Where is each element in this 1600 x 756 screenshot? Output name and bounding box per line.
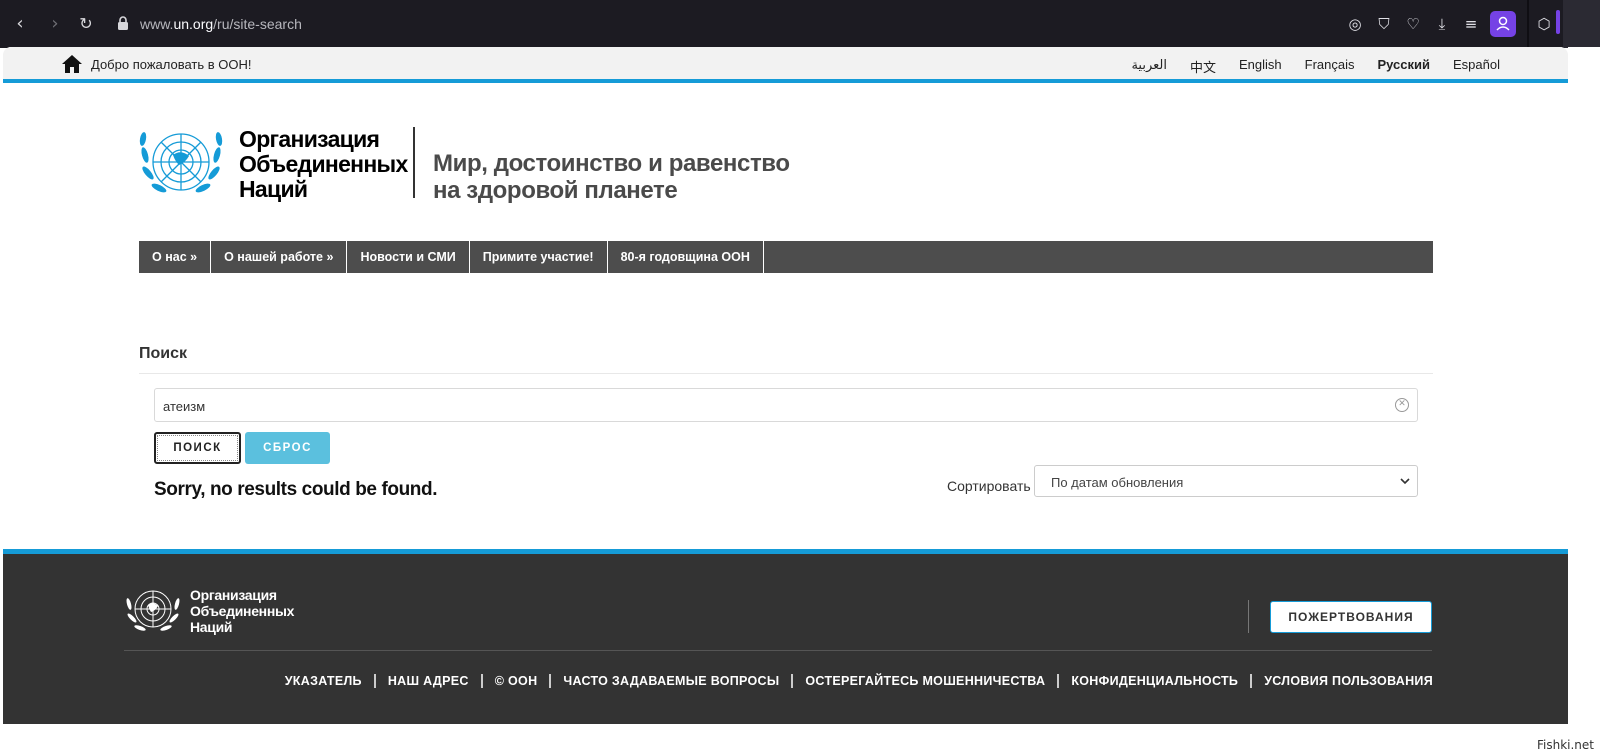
main-navigation: О нас » О нашей работе » Новости и СМИ П… (139, 241, 1433, 273)
welcome-text[interactable]: Добро пожаловать в ООН! (91, 57, 252, 72)
clear-icon[interactable]: ✕ (1395, 398, 1409, 412)
footer-rule (124, 650, 1432, 651)
footer-link-separator (1250, 674, 1253, 688)
toolbar-separator (1527, 0, 1529, 48)
footer-link-separator (549, 674, 552, 688)
footer-link-index[interactable]: УКАЗАТЕЛЬ (285, 674, 362, 688)
header-divider (413, 127, 415, 198)
search-input-value: атеизм (163, 399, 206, 414)
footer-link-separator (1057, 674, 1060, 688)
page-content: Добро пожаловать в ООН! العربية 中文 Engli… (3, 47, 1568, 756)
org-name-line: Наций (239, 176, 308, 202)
no-results-message: Sorry, no results could be found. (154, 479, 438, 500)
menu-icon[interactable]: ≡ (1459, 12, 1483, 36)
nav-our-work[interactable]: О нашей работе » (211, 241, 348, 273)
nav-get-involved[interactable]: Примите участие! (470, 241, 608, 273)
footer-link-faq[interactable]: ЧАСТО ЗАДАВАЕМЫЕ ВОПРОСЫ (563, 674, 779, 688)
lang-arabic[interactable]: العربية (1131, 57, 1167, 76)
sort-label: Сортировать (947, 478, 1031, 494)
tagline: Мир, достоинство и равенство на здоровой… (433, 150, 790, 204)
watermark: Fishki.net (1536, 738, 1594, 752)
footer-link-terms[interactable]: УСЛОВИЯ ПОЛЬЗОВАНИЯ (1264, 674, 1433, 688)
footer: Организация Объединенных Наций ПОЖЕРТВОВ… (3, 549, 1568, 724)
lang-french[interactable]: Français (1305, 57, 1355, 76)
tagline-line: на здоровой планете (433, 177, 678, 204)
language-list: العربية 中文 English Français Русский Espa… (1131, 57, 1500, 76)
screenshot-icon[interactable]: ◎ (1343, 12, 1367, 36)
search-input[interactable]: атеизм ✕ (154, 388, 1418, 422)
sidebar-indicator (1556, 10, 1560, 34)
lang-russian[interactable]: Русский (1377, 57, 1430, 76)
footer-links: УКАЗАТЕЛЬ НАШ АДРЕС © ООН ЧАСТО ЗАДАВАЕМ… (285, 674, 1433, 688)
reload-icon[interactable]: ↻ (74, 12, 98, 36)
extension-icon[interactable]: ⬡ (1532, 12, 1556, 36)
browser-toolbar: ‹ › ↻ www.un.org/ru/site-search ◎ ⛉ ♡ ⤓ … (0, 0, 1600, 48)
un-emblem-icon[interactable] (135, 125, 227, 203)
shield-icon[interactable]: ⛉ (1372, 12, 1396, 36)
back-icon[interactable]: ‹ (8, 12, 32, 36)
footer-link-separator (373, 674, 376, 688)
lock-icon[interactable] (116, 15, 130, 31)
footer-link-address[interactable]: НАШ АДРЕС (388, 674, 469, 688)
home-icon[interactable] (61, 54, 83, 74)
footer-org-name-line: Наций (190, 619, 233, 635)
nav-80th-anniversary[interactable]: 80-я годовщина ООН (608, 241, 764, 273)
address-bar[interactable]: www.un.org/ru/site-search (140, 16, 302, 32)
reset-button[interactable]: СБРОС (245, 432, 330, 464)
org-name-line: Организация (239, 126, 380, 152)
forward-icon[interactable]: › (43, 12, 67, 36)
footer-org-name[interactable]: Организация Объединенных Наций (190, 587, 294, 635)
language-bar: Добро пожаловать в ООН! العربية 中文 Engli… (3, 47, 1568, 83)
page-title: Поиск (139, 345, 188, 362)
lang-spanish[interactable]: Español (1453, 57, 1500, 76)
sort-select[interactable]: По датам обновления (1034, 465, 1418, 497)
download-icon[interactable]: ⤓ (1430, 12, 1454, 36)
chevron-down-icon (1400, 478, 1410, 485)
footer-org-name-line: Объединенных (190, 603, 295, 619)
sort-select-value: По датам обновления (1051, 475, 1184, 490)
profile-icon[interactable] (1490, 11, 1516, 37)
org-name[interactable]: Организация Объединенных Наций (239, 127, 408, 202)
search-button[interactable]: ПОИСК (154, 432, 241, 464)
footer-link-fraud[interactable]: ОСТЕРЕГАЙТЕСЬ МОШЕННИЧЕСТВА (805, 674, 1045, 688)
footer-divider (1248, 600, 1249, 633)
donate-button[interactable]: ПОЖЕРТВОВАНИЯ (1270, 601, 1432, 633)
nav-about[interactable]: О нас » (139, 241, 212, 273)
lang-chinese[interactable]: 中文 (1190, 57, 1216, 76)
heart-icon[interactable]: ♡ (1401, 12, 1425, 36)
org-name-line: Объединенных (239, 151, 408, 177)
footer-link-separator (480, 674, 483, 688)
browser-sidebar (1563, 0, 1600, 48)
footer-link-copyright[interactable]: © ООН (495, 674, 538, 688)
footer-link-privacy[interactable]: КОНФИДЕНЦИАЛЬНОСТЬ (1071, 674, 1238, 688)
tagline-line: Мир, достоинство и равенство (433, 150, 790, 177)
un-emblem-icon[interactable] (123, 584, 183, 636)
nav-news-media[interactable]: Новости и СМИ (347, 241, 470, 273)
footer-link-separator (791, 674, 794, 688)
lang-english[interactable]: English (1239, 57, 1282, 76)
footer-org-name-line: Организация (190, 587, 277, 603)
browser-sidebar-panel (1568, 47, 1600, 756)
divider (139, 373, 1433, 374)
